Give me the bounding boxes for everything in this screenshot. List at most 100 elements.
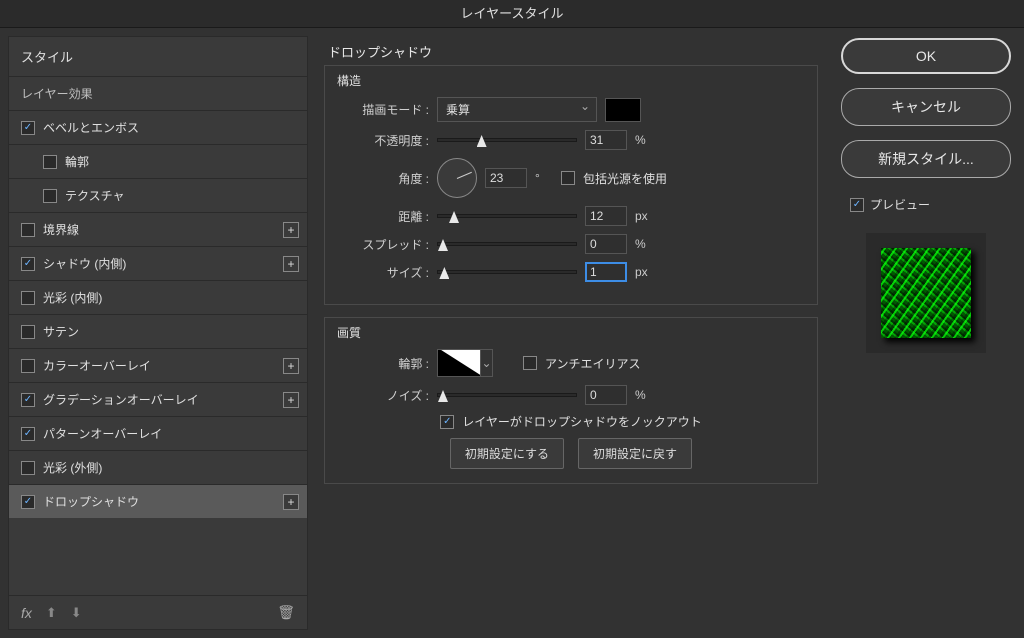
style-item-3[interactable]: 境界線 +	[9, 212, 307, 246]
ok-button[interactable]: OK	[841, 38, 1011, 74]
reset-default-button[interactable]: 初期設定に戻す	[578, 438, 692, 469]
structure-legend: 構造	[337, 72, 805, 89]
add-effect-icon[interactable]: +	[283, 256, 299, 272]
contour-chevron-icon[interactable]: ⌄	[481, 349, 493, 377]
styles-panel: スタイル レイヤー効果 ベベルとエンボス輪郭テクスチャ境界線+シャドウ (内側)…	[8, 36, 308, 630]
preview-label: プレビュー	[870, 196, 930, 213]
cancel-button[interactable]: キャンセル	[841, 88, 1011, 126]
style-checkbox[interactable]	[21, 121, 35, 135]
noise-slider[interactable]	[437, 393, 577, 397]
fx-menu-button[interactable]: fx	[21, 605, 32, 621]
style-checkbox[interactable]	[43, 155, 57, 169]
opacity-input[interactable]: 31	[585, 130, 627, 150]
move-up-icon[interactable]: ⬆	[46, 605, 57, 621]
style-item-2[interactable]: テクスチャ	[9, 178, 307, 212]
angle-input[interactable]: 23	[485, 168, 527, 188]
style-checkbox[interactable]	[21, 291, 35, 305]
spread-row: スプレッド : 0 %	[337, 234, 805, 254]
global-light-checkbox[interactable]	[561, 171, 575, 185]
styles-header: スタイル	[9, 37, 307, 76]
size-label: サイズ :	[337, 264, 429, 281]
antialias-label: アンチエイリアス	[545, 355, 641, 372]
style-item-8[interactable]: グラデーションオーバーレイ +	[9, 382, 307, 416]
noise-input[interactable]: 0	[585, 385, 627, 405]
make-default-button[interactable]: 初期設定にする	[450, 438, 564, 469]
size-input[interactable]: 1	[585, 262, 627, 282]
shadow-color-swatch[interactable]	[605, 98, 641, 122]
style-item-4[interactable]: シャドウ (内側)+	[9, 246, 307, 280]
angle-row: 角度 : 23 ° 包括光源を使用	[337, 158, 805, 198]
style-item-1[interactable]: 輪郭	[9, 144, 307, 178]
spread-input[interactable]: 0	[585, 234, 627, 254]
distance-label: 距離 :	[337, 208, 429, 225]
style-item-6[interactable]: サテン	[9, 314, 307, 348]
antialias-checkbox[interactable]	[523, 356, 537, 370]
spread-unit: %	[635, 237, 653, 251]
style-label: 輪郭	[65, 153, 89, 170]
preview-row: プレビュー	[850, 196, 930, 213]
style-item-5[interactable]: 光彩 (内側)	[9, 280, 307, 314]
spread-slider[interactable]	[437, 242, 577, 246]
contour-row: 輪郭 : ⌄ アンチエイリアス	[337, 349, 805, 377]
preview-image	[881, 248, 971, 338]
contour-picker[interactable]	[437, 349, 481, 377]
style-label: グラデーションオーバーレイ	[43, 391, 199, 408]
style-item-10[interactable]: 光彩 (外側)	[9, 450, 307, 484]
distance-row: 距離 : 12 px	[337, 206, 805, 226]
blend-mode-select[interactable]: 乗算	[437, 97, 597, 122]
window-title: レイヤースタイル	[0, 0, 1024, 28]
spread-label: スプレッド :	[337, 236, 429, 253]
distance-input[interactable]: 12	[585, 206, 627, 226]
style-label: 境界線	[43, 221, 79, 238]
add-effect-icon[interactable]: +	[283, 392, 299, 408]
opacity-row: 不透明度 : 31 %	[337, 130, 805, 150]
side-panel: OK キャンセル 新規スタイル... プレビュー	[836, 36, 1016, 630]
style-label: ベベルとエンボス	[43, 119, 139, 136]
style-label: パターンオーバーレイ	[43, 425, 162, 442]
settings-panel: ドロップシャドウ 構造 描画モード : 乗算 不透明度 : 31 % 角度 : …	[316, 36, 828, 630]
knockout-label: レイヤーがドロップシャドウをノックアウト	[462, 413, 701, 430]
quality-fieldset: 画質 輪郭 : ⌄ アンチエイリアス ノイズ : 0 % レイヤーがドロップシ	[324, 317, 818, 484]
add-effect-icon[interactable]: +	[283, 494, 299, 510]
add-effect-icon[interactable]: +	[283, 358, 299, 374]
style-item-11[interactable]: ドロップシャドウ+	[9, 484, 307, 518]
add-effect-icon[interactable]: +	[283, 222, 299, 238]
style-checkbox[interactable]	[21, 461, 35, 475]
opacity-unit: %	[635, 133, 653, 147]
style-checkbox[interactable]	[21, 495, 35, 509]
preview-thumbnail	[866, 233, 986, 353]
opacity-slider[interactable]	[437, 138, 577, 142]
style-checkbox[interactable]	[21, 427, 35, 441]
distance-slider[interactable]	[437, 214, 577, 218]
style-checkbox[interactable]	[43, 189, 57, 203]
contour-label: 輪郭 :	[337, 355, 429, 372]
blend-mode-row: 描画モード : 乗算	[337, 97, 805, 122]
knockout-checkbox[interactable]	[440, 415, 454, 429]
style-label: 光彩 (外側)	[43, 459, 102, 476]
opacity-label: 不透明度 :	[337, 132, 429, 149]
style-item-9[interactable]: パターンオーバーレイ	[9, 416, 307, 450]
style-checkbox[interactable]	[21, 223, 35, 237]
style-label: サテン	[43, 323, 79, 340]
angle-dial[interactable]	[437, 158, 477, 198]
size-slider[interactable]	[437, 270, 577, 274]
style-checkbox[interactable]	[21, 325, 35, 339]
style-list: ベベルとエンボス輪郭テクスチャ境界線+シャドウ (内側)+光彩 (内側)サテンカ…	[9, 110, 307, 595]
style-checkbox[interactable]	[21, 393, 35, 407]
size-row: サイズ : 1 px	[337, 262, 805, 282]
styles-footer: fx ⬆ ⬇ 🗑	[9, 595, 307, 629]
layer-effects-header[interactable]: レイヤー効果	[9, 76, 307, 110]
move-down-icon[interactable]: ⬇	[71, 605, 82, 621]
style-checkbox[interactable]	[21, 359, 35, 373]
style-checkbox[interactable]	[21, 257, 35, 271]
trash-icon[interactable]: 🗑	[277, 604, 295, 621]
style-item-0[interactable]: ベベルとエンボス	[9, 110, 307, 144]
effect-title: ドロップシャドウ	[328, 42, 818, 61]
style-item-7[interactable]: カラーオーバーレイ+	[9, 348, 307, 382]
blend-mode-label: 描画モード :	[337, 101, 429, 118]
new-style-button[interactable]: 新規スタイル...	[841, 140, 1011, 178]
global-light-label: 包括光源を使用	[583, 170, 667, 187]
quality-legend: 画質	[337, 324, 805, 341]
angle-unit: °	[535, 171, 553, 185]
preview-checkbox[interactable]	[850, 198, 864, 212]
